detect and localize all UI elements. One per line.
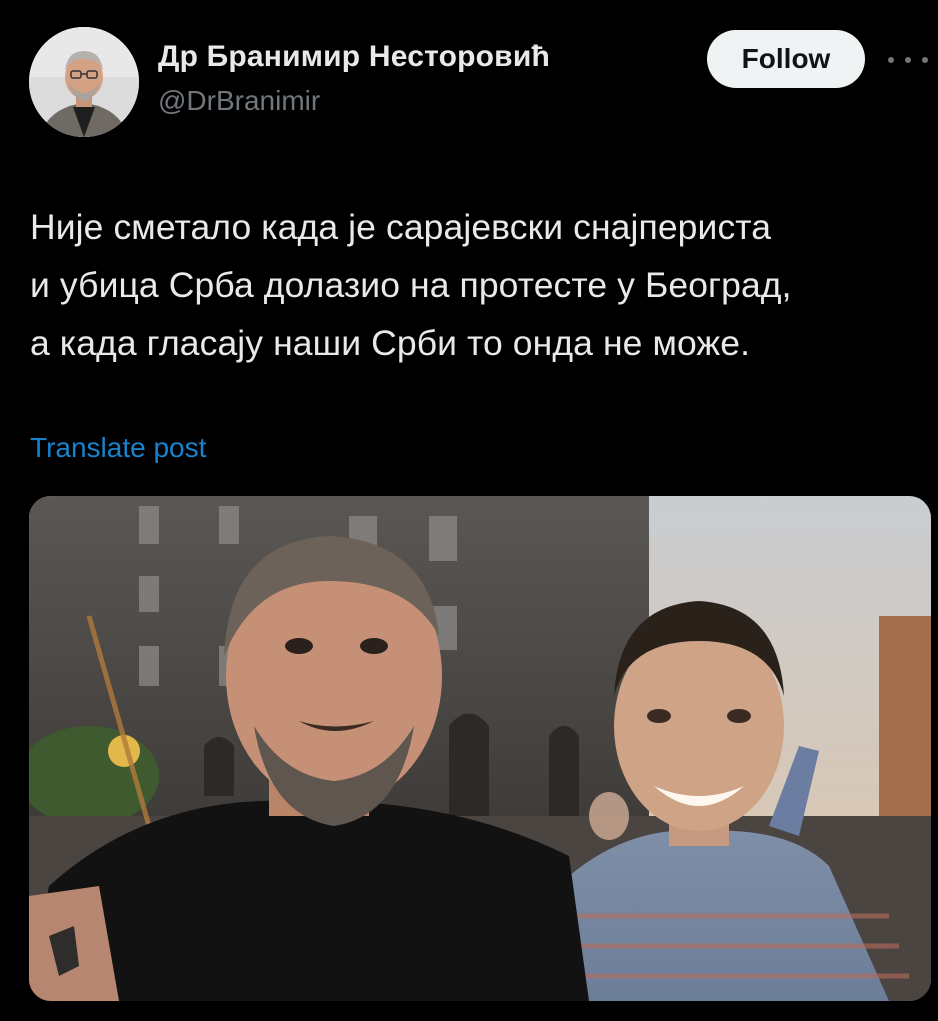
post-media-photo[interactable] bbox=[29, 496, 931, 1001]
selfie-photo bbox=[29, 496, 931, 1001]
author-avatar[interactable] bbox=[29, 27, 139, 137]
author-handle[interactable]: @DrBranimir bbox=[158, 85, 320, 117]
follow-button[interactable]: Follow bbox=[707, 30, 865, 88]
more-dot bbox=[888, 57, 894, 63]
author-display-name[interactable]: Др Бранимир Несторовић bbox=[158, 40, 550, 74]
tweet-screenshot: Др Бранимир Несторовић @DrBranimir Follo… bbox=[0, 0, 938, 1021]
post-text: Није сметало када је сарајевски снајпери… bbox=[30, 207, 792, 363]
more-horizontal-icon[interactable] bbox=[888, 46, 928, 74]
avatar-photo bbox=[29, 27, 139, 137]
more-dot bbox=[922, 57, 928, 63]
more-dot bbox=[905, 57, 911, 63]
translate-post-link[interactable]: Translate post bbox=[30, 432, 206, 464]
